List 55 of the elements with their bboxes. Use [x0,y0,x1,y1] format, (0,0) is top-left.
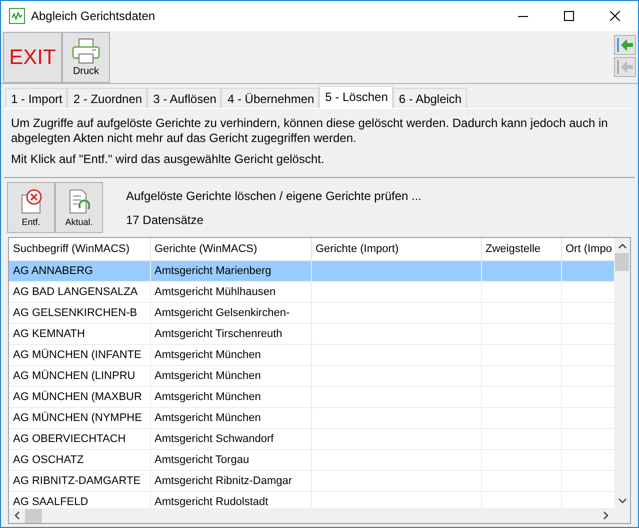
table-cell: AG KEMNATH [9,324,150,344]
refresh-icon [68,188,90,214]
chevron-down-icon[interactable] [618,498,626,504]
record-count: 17 Datensätze [126,212,204,226]
table-cell: Amtsgericht Mühlhausen [150,282,311,302]
tab[interactable]: 2 - Zuordnen [67,88,148,108]
scroll-thumb[interactable] [615,253,629,271]
table-cell: Amtsgericht Schwandorf [150,428,311,450]
back-button[interactable] [614,35,636,55]
table-cell: AG ANNABERG [9,260,150,282]
delete-icon [20,188,42,214]
tab[interactable]: 5 - Löschen [319,86,393,108]
table-cell: Amtsgericht München [150,408,311,428]
section-title: Aufgelöste Gerichte löschen / eigene Gerichte prüfen ... [126,188,422,202]
horizontal-scrollbar[interactable] [9,508,614,523]
table-cell: AG MÜNCHEN (INFANTE [9,344,150,366]
table-cell: AG BAD LANGENSALZA [9,282,150,302]
printer-icon [71,38,101,64]
scroll-thumb[interactable] [25,508,42,522]
refresh-button[interactable]: Aktual. [55,182,103,233]
table-cell: AG OSCHATZ [9,450,150,470]
table-row[interactable]: AG ANNABERG Amtsgericht Marienberg [9,260,614,282]
table-cell: Amtsgericht Gelsenkirchen- [150,302,311,324]
table-cell: AG MÜNCHEN (LINPRU [9,366,150,386]
arrow-left-icon [616,59,634,75]
tab[interactable]: 1 - Import [5,88,68,108]
table-cell: Amtsgericht Marienberg [150,260,311,282]
tab[interactable]: 6 - Abgleich [392,88,467,108]
chevron-right-icon[interactable] [603,511,609,520]
table-cell: Amtsgericht Tirschenreuth [150,324,311,344]
table-cell: AG GELSENKIRCHEN-B [9,302,150,324]
table-cell: AG MÜNCHEN (NYMPHE [9,408,150,428]
table-cell: Amtsgericht Ribnitz-Damgar [150,470,311,492]
table-cell: AG OBERVIECHTACH [9,428,150,450]
chevron-left-icon[interactable] [14,511,20,520]
delete-button[interactable]: Entf. [7,182,55,233]
window-title: Abgleich Gerichtsdaten [31,9,156,23]
app-icon [9,8,25,24]
print-button[interactable]: Druck [62,32,110,83]
table-cell: Amtsgericht München [150,386,311,408]
tab[interactable]: 4 - Übernehmen [221,88,320,108]
vertical-scrollbar[interactable] [614,238,630,508]
table-cell: Amtsgericht München [150,366,311,386]
info-text: Mit Klick auf "Entf." wird das ausgewählte Gericht gelöscht. [11,152,326,167]
chevron-up-icon[interactable] [618,242,626,248]
exit-button[interactable]: EXIT [3,32,62,83]
table-cell: AG MÜNCHEN (MAXBUR [9,386,150,408]
close-icon[interactable] [610,11,620,21]
arrow-left-icon [616,37,634,53]
tab[interactable]: 3 - Auflösen [147,88,222,108]
table-cell: Amtsgericht München [150,344,311,366]
maximize-icon[interactable] [564,11,574,21]
table-cell: AG RIBNITZ-DAMGARTE [9,470,150,492]
info-text: Um Zugriffe auf aufgelöste Gerichte zu verhindern, können diese gelöscht werden. Dadurch kann jedoch auch in abgelegten Akten nicht mehr auf das Gericht zugegriffen werden. [11,116,609,146]
table-cell: Amtsgericht Torgau [150,450,311,470]
